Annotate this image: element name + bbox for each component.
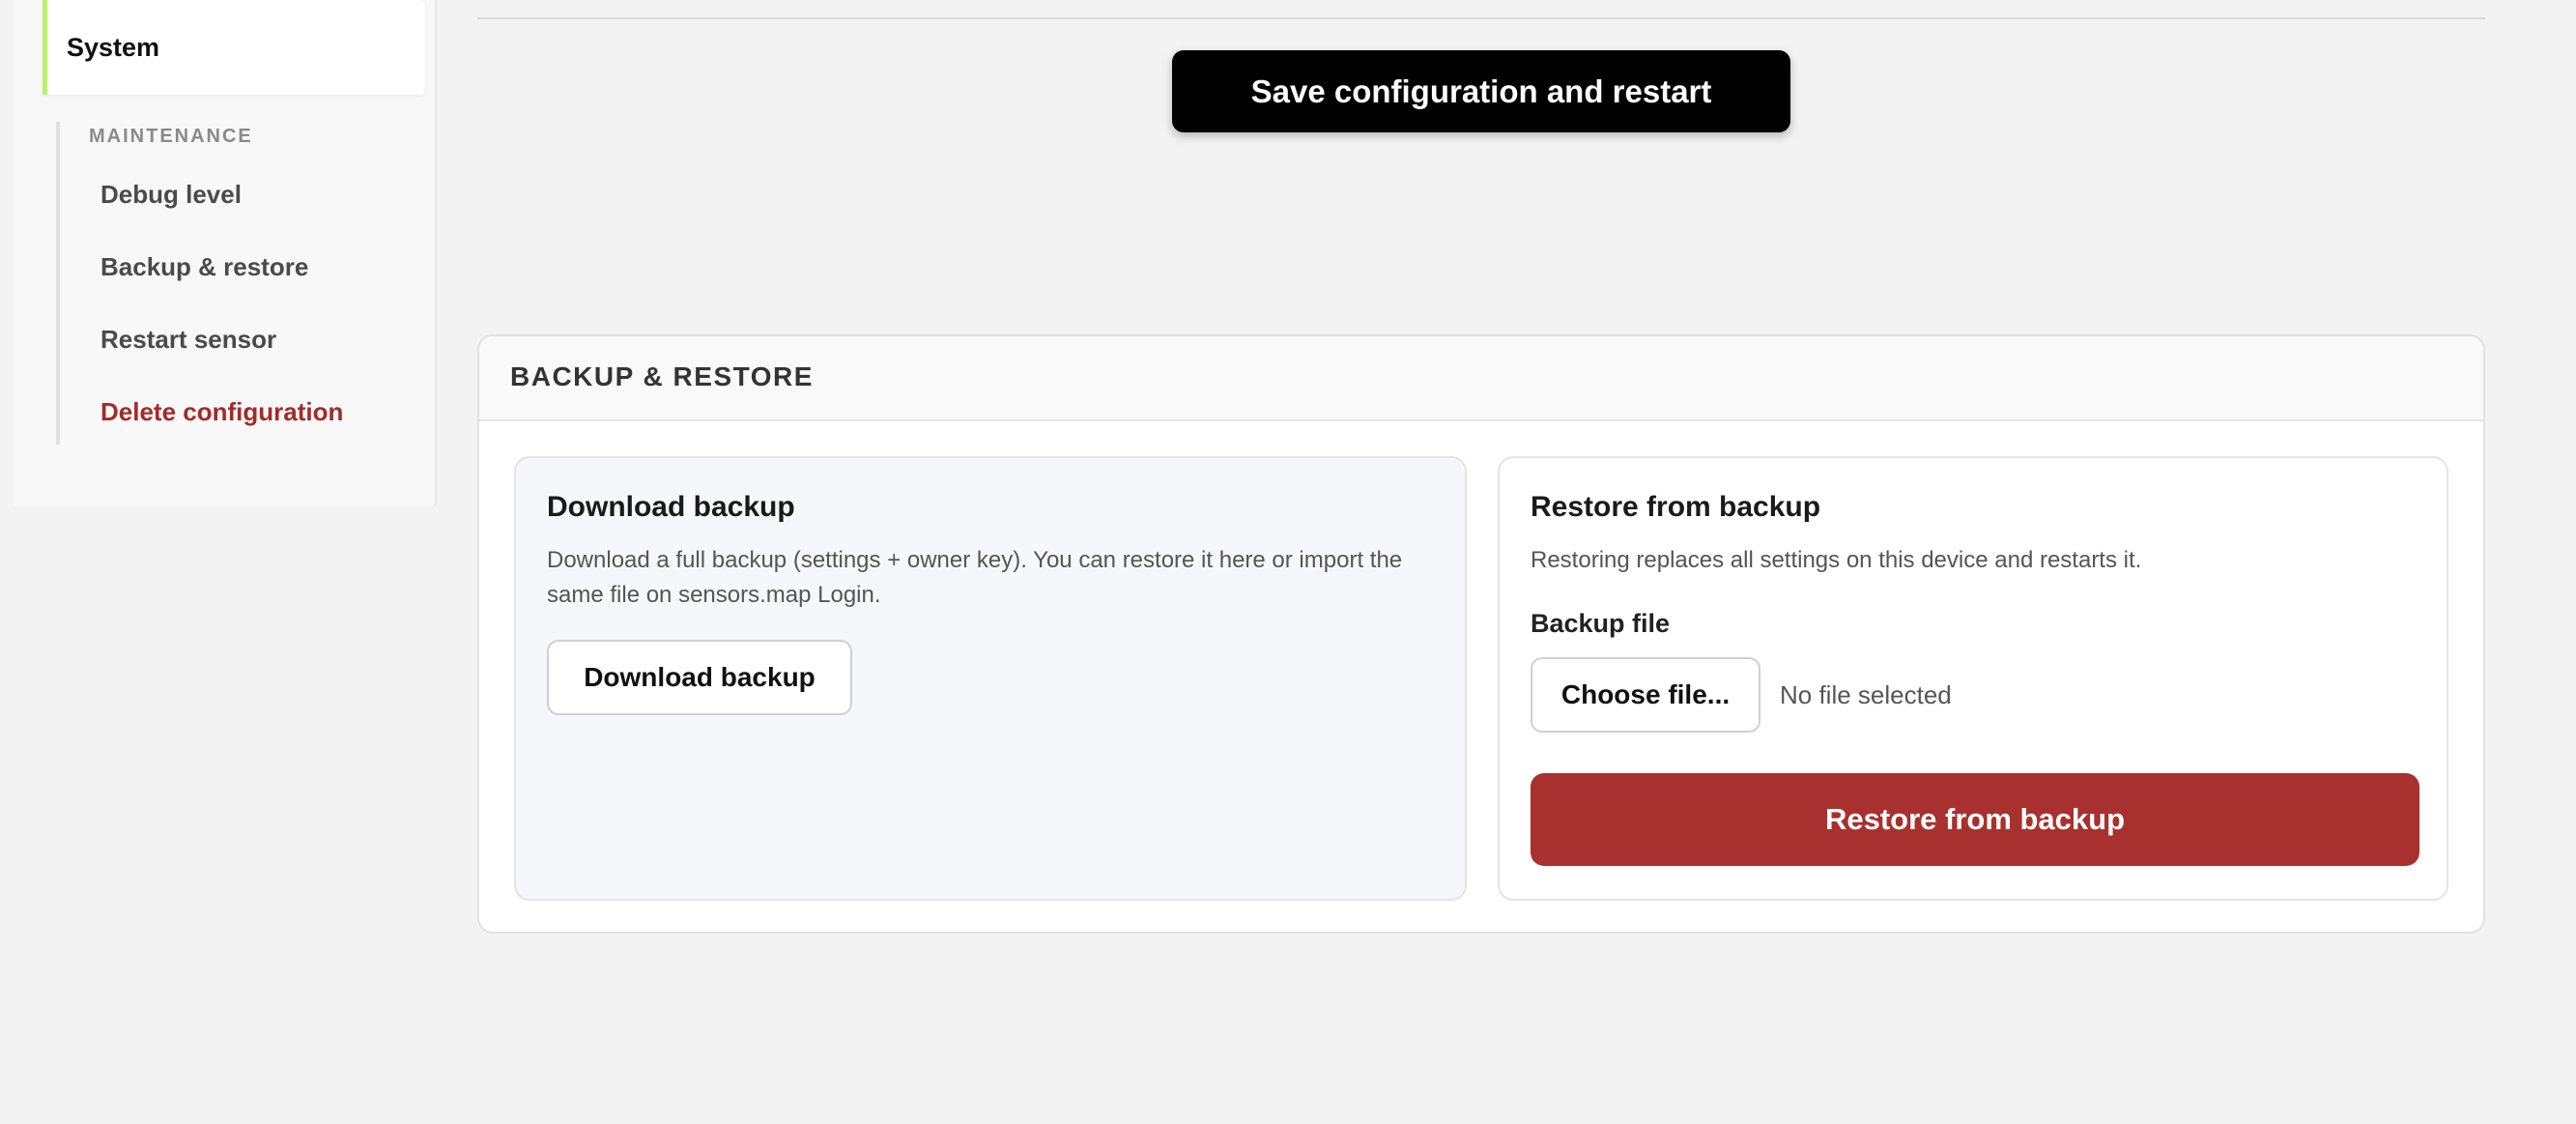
download-backup-button[interactable]: Download backup (547, 640, 852, 715)
sidebar-item-label: System (67, 32, 160, 62)
restore-from-backup-button[interactable]: Restore from backup (1531, 773, 2419, 866)
sidebar-item-backup-restore[interactable]: Backup & restore (100, 252, 308, 282)
sidebar-item-restart-sensor[interactable]: Restart sensor (100, 325, 276, 355)
restore-backup-title: Restore from backup (1531, 491, 1821, 523)
card-title: BACKUP & RESTORE (510, 361, 814, 391)
backup-restore-card: BACKUP & RESTORE Download backup Downloa… (477, 334, 2485, 934)
download-backup-panel: Download backup Download a full backup (… (514, 456, 1467, 901)
sidebar-section-heading: MAINTENANCE (89, 126, 253, 147)
backup-file-label: Backup file (1531, 609, 1671, 638)
restore-backup-description: Restoring replaces all settings on this … (1531, 547, 2142, 573)
restore-backup-panel: Restore from backup Restoring replaces a… (1498, 456, 2448, 901)
sidebar-subnav-maintenance: MAINTENANCE Debug level Backup & restore… (56, 122, 427, 445)
download-backup-title: Download backup (547, 491, 795, 523)
card-header: BACKUP & RESTORE (479, 336, 2483, 421)
save-configuration-button[interactable]: Save configuration and restart (1172, 50, 1790, 132)
choose-file-button[interactable]: Choose file... (1531, 657, 1760, 733)
sidebar-item-system[interactable]: System (43, 0, 425, 95)
sidebar-item-debug-level[interactable]: Debug level (100, 180, 242, 210)
sidebar: System MAINTENANCE Debug level Backup & … (14, 0, 437, 506)
sidebar-item-delete-configuration[interactable]: Delete configuration (100, 397, 343, 427)
top-divider (477, 17, 2485, 19)
download-backup-description: Download a full backup (settings + owner… (547, 547, 1403, 608)
file-status-text: No file selected (1780, 680, 1952, 709)
